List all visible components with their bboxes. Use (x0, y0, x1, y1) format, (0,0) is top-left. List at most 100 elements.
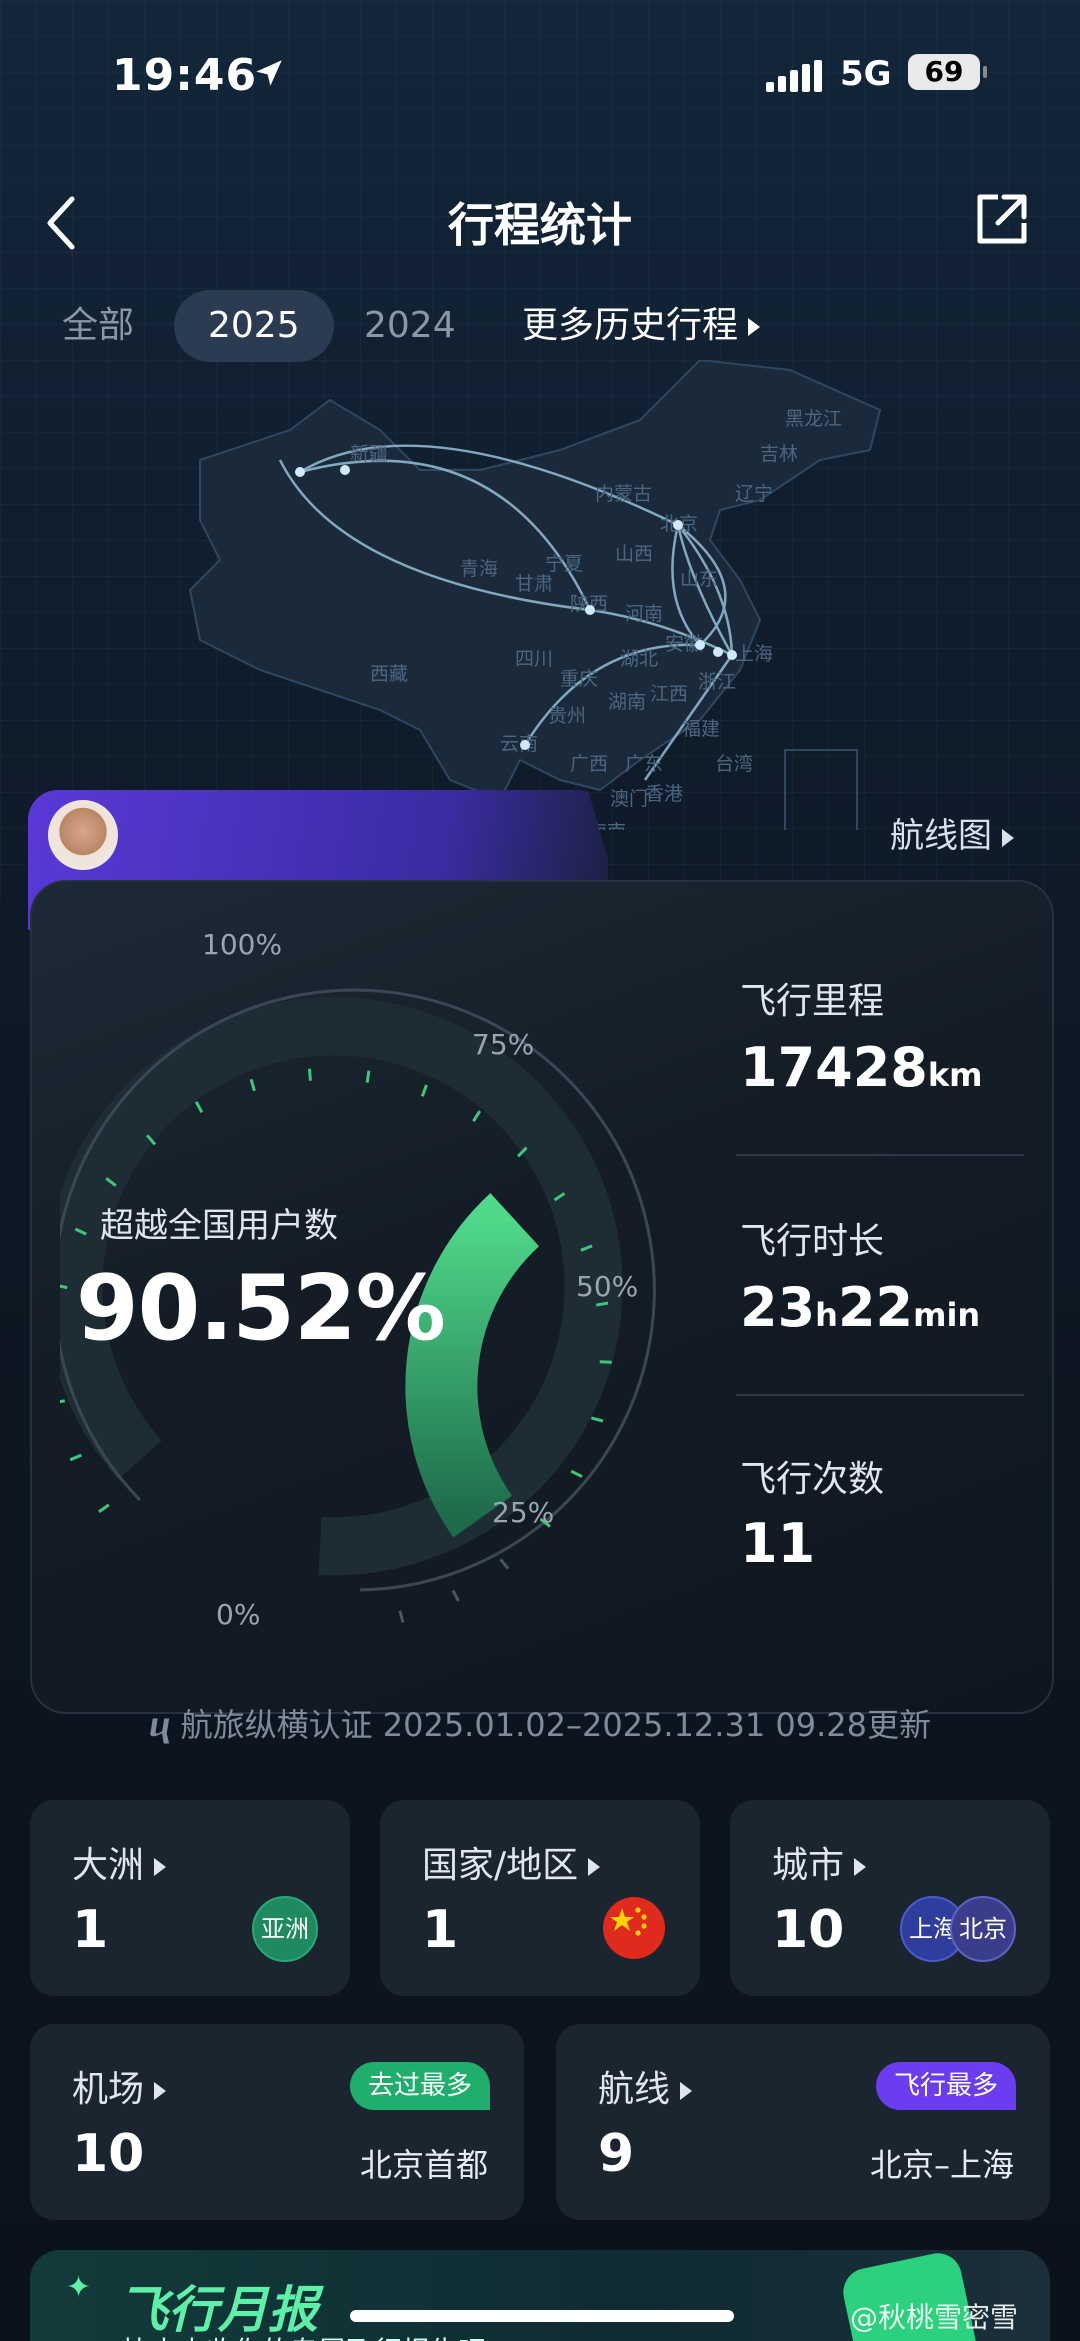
chevron-right-icon (1002, 828, 1014, 847)
province-label: 宁夏 (545, 553, 583, 575)
gauge-tick (60, 1399, 66, 1404)
route-map-link[interactable]: 航线图 (890, 808, 1014, 857)
province-label: 重庆 (560, 668, 598, 690)
flights-label: 飞行次数 (740, 1459, 885, 1500)
airports-label-text: 机场 (72, 2069, 145, 2110)
city-dot (295, 467, 305, 477)
chevron-right-icon (154, 1858, 167, 1876)
navigation-bar: 行程统计 (0, 185, 1080, 255)
gauge-tick (472, 1110, 482, 1123)
signal-icon (766, 60, 822, 92)
sparkle-icon: ✦ (66, 2270, 92, 2305)
tab-more-label: 更多历史行程 (522, 305, 739, 346)
tab-2025[interactable]: 2025 (174, 290, 334, 362)
gauge-tick-75: 75% (472, 1028, 535, 1061)
airports-detail: 北京首都 (359, 2146, 488, 2184)
tab-2024[interactable]: 2024 (364, 290, 456, 362)
gauge-tick (308, 1068, 312, 1081)
mileage-value: 17428km (740, 1036, 983, 1099)
gauge-tick (451, 1589, 460, 1602)
province-label: 云南 (500, 733, 538, 755)
gauge-tick (420, 1084, 428, 1097)
gauge-tick-0: 0% (216, 1598, 261, 1631)
countries-tile[interactable]: 国家/地区 1 (380, 1800, 700, 1996)
province-label: 贵州 (548, 705, 586, 727)
gauge-tick (398, 1610, 405, 1623)
share-icon[interactable] (974, 191, 1030, 247)
cities-label-text: 城市 (772, 1845, 845, 1886)
city-badge-beijing: 北京 (950, 1896, 1016, 1962)
watermark: @秋桃雪密雪 (850, 2301, 1019, 2334)
duration-label: 飞行时长 (740, 1221, 885, 1262)
airports-value: 10 (72, 2124, 145, 2184)
gauge-tick (570, 1469, 583, 1478)
province-label: 台湾 (715, 753, 753, 775)
gauge-tick-50: 50% (576, 1270, 639, 1303)
user-avatar[interactable] (48, 800, 118, 870)
province-label: 青海 (460, 558, 498, 580)
asia-badge: 亚洲 (252, 1896, 318, 1962)
duration-minutes: 22 (837, 1276, 914, 1339)
gauge-tick (599, 1360, 612, 1364)
duration-value: 23h22min (740, 1276, 980, 1339)
countries-value: 1 (422, 1900, 459, 1960)
chevron-right-icon (588, 1858, 601, 1876)
province-label: 福建 (682, 718, 720, 740)
province-label: 辽宁 (735, 483, 773, 505)
routes-tile[interactable]: 航线 9 飞行最多 北京–上海 (556, 2024, 1050, 2220)
gauge-tick-100: 100% (202, 928, 283, 961)
south-sea-inset (784, 749, 858, 830)
status-bar: 19:46 5G 69 (0, 48, 1080, 108)
continents-tile[interactable]: 大洲 1 亚洲 (30, 1800, 350, 1996)
city-dot (340, 465, 350, 475)
tab-all[interactable]: 全部 (62, 290, 134, 362)
continents-label: 大洲 (72, 1836, 167, 1888)
city-dot (727, 650, 737, 660)
province-label: 浙江 (698, 671, 736, 693)
gauge-tick (365, 1070, 371, 1083)
continents-value: 1 (72, 1900, 109, 1960)
most-visited-tag: 去过最多 (349, 2062, 490, 2110)
china-route-map[interactable]: 新疆 黑龙江 吉林 内蒙古 辽宁 北京 宁夏 山西 青海 甘肃 山东 陕西 河南… (0, 360, 1080, 830)
mileage-label: 飞行里程 (740, 981, 885, 1022)
countries-label: 国家/地区 (422, 1836, 601, 1888)
tab-more-history[interactable]: 更多历史行程 (522, 290, 761, 362)
city-dot (520, 740, 530, 750)
most-flown-tag: 飞行最多 (875, 2062, 1016, 2110)
province-label: 湖北 (620, 648, 658, 670)
gauge-tick (499, 1558, 510, 1570)
stat-divider (736, 1394, 1024, 1396)
certification-note: ⴗ 航旅纵横认证 2025.01.02–2025.12.31 09.28更新 (0, 1700, 1080, 1746)
location-arrow-icon (256, 60, 282, 86)
flights-value: 11 (740, 1512, 816, 1575)
gauge-tick (595, 1301, 609, 1307)
province-label: 澳门 (610, 788, 648, 810)
province-label: 吉林 (760, 443, 798, 465)
city-dot (713, 647, 723, 657)
province-label: 甘肃 (515, 573, 553, 595)
province-label: 湖南 (608, 691, 646, 713)
chevron-right-icon (680, 2082, 693, 2100)
province-label: 四川 (515, 648, 553, 670)
province-label: 广西 (570, 753, 608, 775)
gauge-tick (249, 1078, 256, 1092)
chevron-right-icon (154, 2082, 167, 2100)
city-dot (585, 605, 595, 615)
cities-tile[interactable]: 城市 10 上海 北京 (730, 1800, 1050, 1996)
chevron-right-icon (854, 1858, 867, 1876)
province-label: 江西 (650, 683, 688, 705)
year-tabs: 全部 2025 2024 更多历史行程 (0, 290, 1080, 362)
mileage-unit: km (927, 1056, 983, 1094)
airports-label: 机场 (72, 2060, 167, 2112)
province-label: 新疆 (350, 443, 388, 465)
province-label: 山东 (680, 568, 718, 590)
province-label: 广东 (625, 753, 663, 775)
routes-value: 9 (598, 2124, 635, 2184)
status-time: 19:46 (112, 50, 258, 101)
network-type: 5G (840, 54, 892, 94)
stat-divider (736, 1154, 1024, 1156)
chevron-right-icon (748, 318, 761, 336)
airports-tile[interactable]: 机场 10 去过最多 北京首都 (30, 2024, 524, 2220)
home-indicator[interactable] (350, 2310, 734, 2322)
page-title: 行程统计 (448, 198, 632, 252)
